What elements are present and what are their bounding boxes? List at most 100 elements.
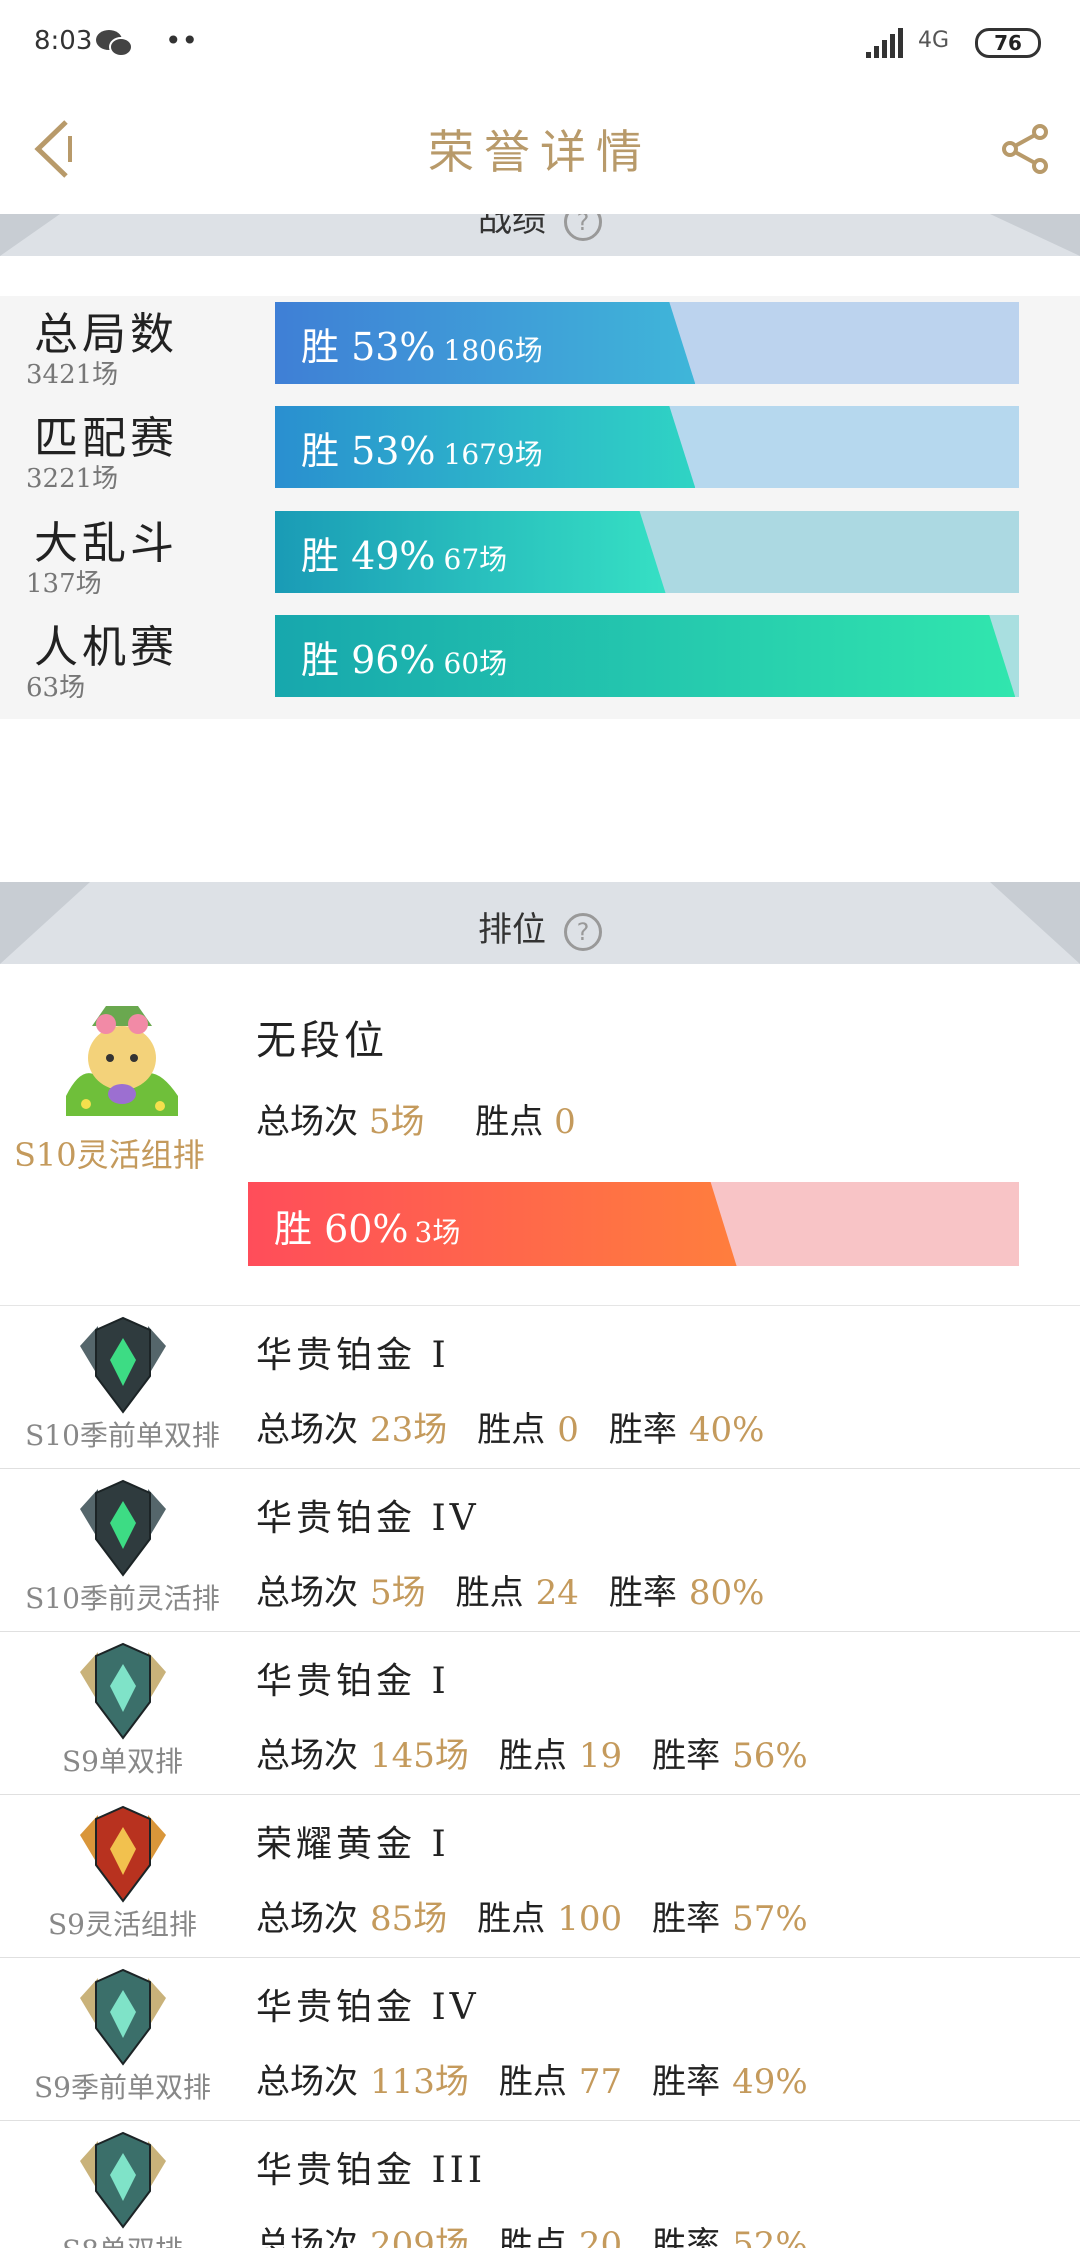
total-games-value: 209场 <box>370 2225 469 2248</box>
season-stats: 总场次 23场 胜点 0 胜率 40% <box>256 1402 764 1451</box>
season-tier: 华贵铂金 III <box>256 2150 487 2191</box>
help-icon[interactable]: ? <box>564 214 602 241</box>
stat-label: 大乱斗 <box>34 518 178 569</box>
season-row[interactable]: S10季前单双排 华贵铂金 I 总场次 23场 胜点 0 胜率 40% <box>0 1306 1080 1469</box>
total-games-value: 23场 <box>370 1410 448 1450</box>
season-row[interactable]: S9灵活组排 荣耀黄金 I 总场次 85场 胜点 100 胜率 57% <box>0 1795 1080 1958</box>
season-row[interactable]: S9季前单双排 华贵铂金 IV 总场次 113场 胜点 77 胜率 49% <box>0 1958 1080 2121</box>
win-count-text: 1806场 <box>443 334 543 367</box>
points-label: 胜点 <box>498 2062 567 2102</box>
points-value: 77 <box>578 2062 623 2102</box>
win-rate-bar: 胜 53% 1806场 <box>275 302 1019 384</box>
network-type: 4G <box>918 28 950 53</box>
season-row[interactable]: S8单双排 华贵铂金 III 总场次 209场 胜点 20 胜率 52% <box>0 2121 1080 2248</box>
win-rate-label: 胜率 <box>652 2225 721 2248</box>
platinum-rank-badge-icon <box>80 1642 166 1740</box>
season-stats: 总场次 113场 胜点 77 胜率 49% <box>256 2054 808 2103</box>
ranked-tier: 无段位 <box>256 1018 388 1064</box>
season-tier: 华贵铂金 I <box>256 1335 450 1376</box>
win-rate-text: 胜 53% <box>301 429 436 473</box>
win-rate-text: 胜 53% <box>301 325 436 369</box>
stat-row[interactable]: 人机赛 63场 胜 96% 60场 <box>0 609 1080 719</box>
win-rate-value: 49% <box>732 2062 808 2102</box>
season-row[interactable]: S9单双排 华贵铂金 I 总场次 145场 胜点 19 胜率 56% <box>0 1632 1080 1795</box>
points-label: 胜点 <box>455 1573 524 1613</box>
battery-icon: 76 <box>975 28 1041 58</box>
gold-rank-badge-icon <box>80 1805 166 1903</box>
page-title: 荣誉详情 <box>428 125 652 179</box>
ranked-section-header: 排位? <box>0 882 1080 964</box>
teemo-avatar-icon <box>66 1006 178 1116</box>
points-value: 20 <box>578 2225 623 2248</box>
season-stats: 总场次 145场 胜点 19 胜率 56% <box>256 1728 808 1777</box>
win-rate-value: 80% <box>688 1573 765 1613</box>
ranked-section-title: 排位 <box>478 910 546 950</box>
total-games-value: 113场 <box>370 2062 469 2102</box>
platinum-rank-badge-icon <box>80 1968 166 2066</box>
win-rate-label: 胜率 <box>652 1899 721 1939</box>
win-rate-label: 胜率 <box>652 1736 721 1776</box>
total-games-label: 总场次 <box>256 1736 358 1776</box>
total-games-value: 85场 <box>370 1899 448 1939</box>
season-mode: S9单双排 <box>62 1745 183 1778</box>
dark-rank-badge-icon <box>80 1316 166 1414</box>
record-section-title: 战绩 <box>478 214 546 240</box>
points-label: 胜点 <box>498 2225 567 2248</box>
stat-row[interactable]: 匹配赛 3221场 胜 53% 1679场 <box>0 400 1080 510</box>
ranked-win-rate: 胜 60% <box>274 1207 409 1251</box>
season-mode: S10季前单双排 <box>25 1419 220 1452</box>
stat-row[interactable]: 大乱斗 137场 胜 49% 67场 <box>0 505 1080 615</box>
points-value: 24 <box>535 1573 579 1613</box>
ranked-win-bar: 胜 60% 3场 <box>248 1182 1019 1266</box>
total-games-label: 总场次 <box>256 1410 358 1450</box>
points-label: 胜点 <box>498 1736 567 1776</box>
win-count-text: 1679场 <box>443 438 543 471</box>
stat-label: 总局数 <box>34 309 178 360</box>
total-games-value: 5场 <box>368 1102 425 1142</box>
win-rate-text: 胜 49% <box>301 534 436 578</box>
win-rate-bar: 胜 49% 67场 <box>275 511 1019 593</box>
help-icon[interactable]: ? <box>564 913 602 951</box>
stat-label: 匹配赛 <box>34 413 178 464</box>
status-bar: 8:03 •• 4G 76 <box>0 0 1080 86</box>
total-games-label: 总场次 <box>256 2225 358 2248</box>
season-tier: 荣耀黄金 I <box>256 1824 450 1865</box>
stat-total: 3221场 <box>26 464 119 494</box>
season-row[interactable]: S10季前灵活排 华贵铂金 IV 总场次 5场 胜点 24 胜率 80% <box>0 1469 1080 1632</box>
season-stats: 总场次 209场 胜点 20 胜率 52% <box>256 2217 808 2248</box>
points-label: 胜点 <box>475 1102 544 1142</box>
win-rate-value: 52% <box>732 2225 808 2248</box>
wechat-icon <box>96 30 133 57</box>
stat-total: 137场 <box>26 569 102 599</box>
points-label: 胜点 <box>477 1899 546 1939</box>
ranked-mode-label: S10灵活组排 <box>14 1136 205 1174</box>
signal-icon <box>866 28 903 58</box>
win-rate-value: 56% <box>732 1736 808 1776</box>
total-games-label: 总场次 <box>256 1573 358 1613</box>
win-rate-value: 40% <box>688 1410 765 1450</box>
stat-total: 63场 <box>26 673 86 703</box>
season-mode: S8单双排 <box>0 2229 245 2248</box>
points-value: 0 <box>554 1102 576 1142</box>
total-games-label: 总场次 <box>256 1899 358 1939</box>
ranked-summary: 总场次 5场 胜点 0 <box>256 1094 576 1143</box>
record-section-header: 战绩? <box>0 214 1080 256</box>
season-tier: 华贵铂金 I <box>256 1661 450 1702</box>
ranked-win-count: 3场 <box>414 1216 461 1249</box>
win-count-text: 67场 <box>443 543 508 576</box>
win-rate-bar: 胜 96% 60场 <box>275 615 1019 697</box>
app-header: 荣誉详情 <box>0 86 1080 214</box>
win-rate-bar: 胜 53% 1679场 <box>275 406 1019 488</box>
total-games-value: 5场 <box>370 1573 426 1613</box>
status-time: 8:03 <box>34 26 93 56</box>
win-rate-label: 胜率 <box>652 2062 721 2102</box>
win-rate-text: 胜 96% <box>301 638 436 682</box>
ranked-current-card[interactable]: S10灵活组排 无段位 总场次 5场 胜点 0 胜 60% 3场 <box>0 964 1080 1306</box>
win-rate-label: 胜率 <box>608 1410 677 1450</box>
share-icon[interactable] <box>1000 124 1050 174</box>
platinum-rank-badge-icon <box>80 2131 166 2229</box>
stat-row[interactable]: 总局数 3421场 胜 53% 1806场 <box>0 296 1080 406</box>
dark-rank-badge-icon <box>80 1479 166 1577</box>
points-value: 0 <box>557 1410 579 1450</box>
points-label: 胜点 <box>477 1410 546 1450</box>
